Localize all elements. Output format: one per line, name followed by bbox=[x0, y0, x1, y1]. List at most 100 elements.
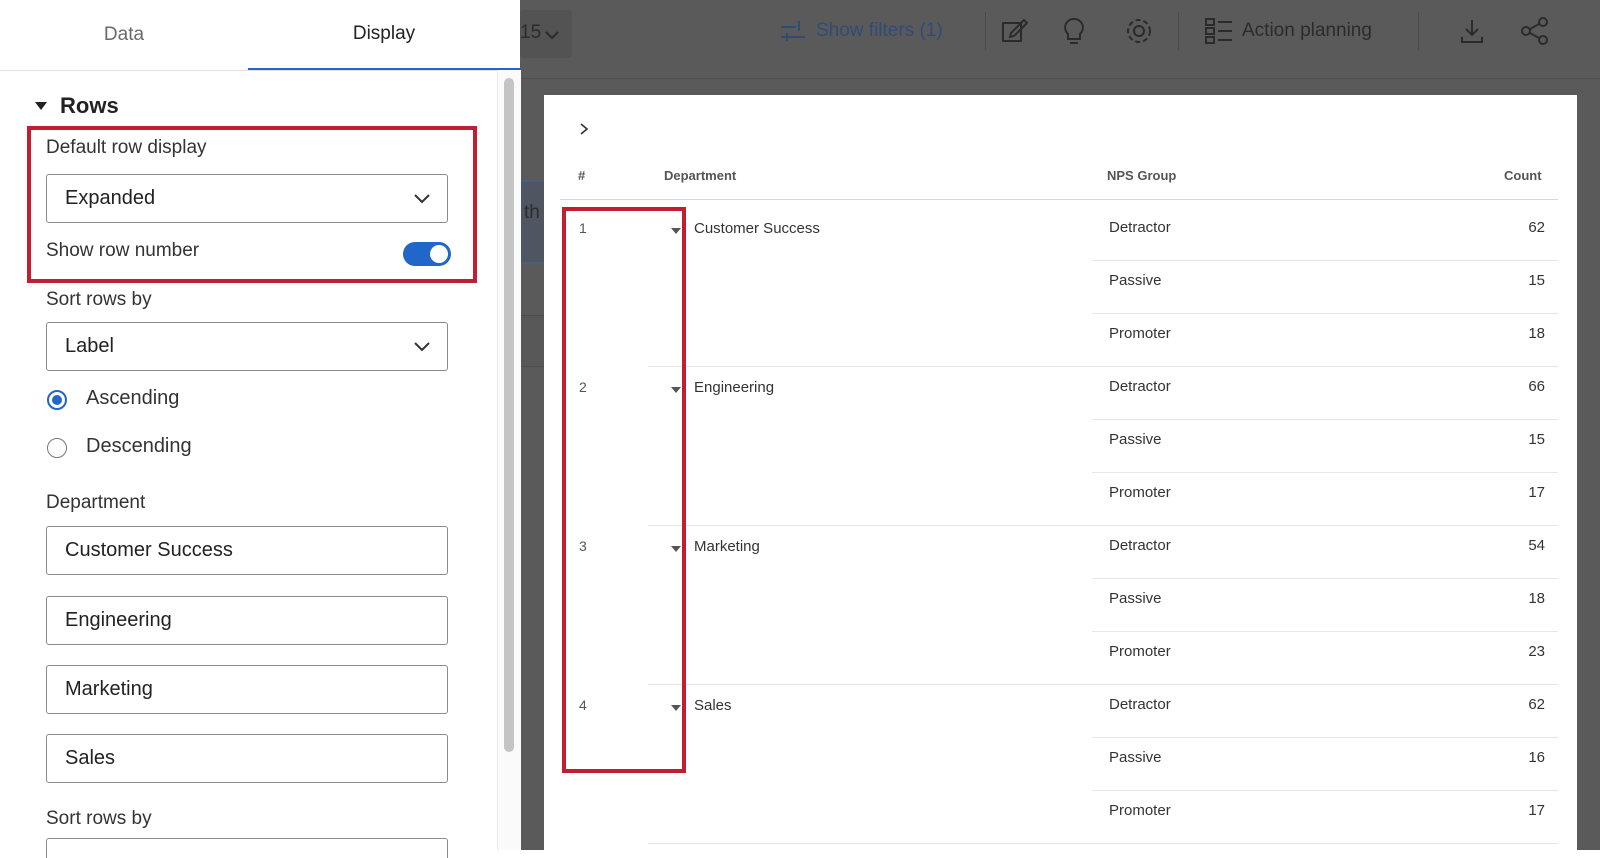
chevron-down-icon bbox=[545, 31, 559, 40]
row-divider bbox=[1092, 419, 1558, 420]
highlight-box-row-numbers bbox=[562, 207, 686, 773]
nps-group-cell: Promoter bbox=[1109, 325, 1171, 342]
action-planning-icon bbox=[1205, 18, 1232, 44]
ascending-radio[interactable] bbox=[47, 390, 67, 410]
sort-rows-by-value: Label bbox=[65, 335, 114, 357]
row-divider bbox=[1092, 631, 1558, 632]
ascending-label[interactable]: Ascending bbox=[86, 387, 179, 410]
header-divider bbox=[560, 199, 1558, 200]
department-cell: Marketing bbox=[694, 538, 760, 555]
panel-tabs: Data Display bbox=[0, 0, 520, 71]
highlight-box-row-settings bbox=[27, 126, 477, 283]
field-value: Customer Success bbox=[65, 539, 233, 561]
column-header-department[interactable]: Department bbox=[664, 168, 736, 183]
department-label-field-sales[interactable]: Sales bbox=[46, 734, 448, 783]
count-cell: 18 bbox=[1528, 325, 1545, 342]
count-cell: 18 bbox=[1528, 590, 1545, 607]
rows-section-title[interactable]: Rows bbox=[60, 93, 119, 119]
toolbar-divider bbox=[1178, 12, 1179, 50]
nps-group-cell: Detractor bbox=[1109, 696, 1171, 713]
row-divider bbox=[1092, 313, 1558, 314]
count-cell: 17 bbox=[1528, 802, 1545, 819]
tab-data[interactable]: Data bbox=[0, 0, 248, 70]
column-header-count[interactable]: Count bbox=[1504, 168, 1542, 183]
sort-rows-by-dropdown-2[interactable] bbox=[46, 838, 448, 858]
share-button[interactable] bbox=[1520, 16, 1550, 46]
department-cell: Sales bbox=[694, 697, 732, 714]
row-divider bbox=[648, 525, 1558, 526]
column-header-nps-group[interactable]: NPS Group bbox=[1107, 168, 1176, 183]
date-range-text: 15 bbox=[520, 22, 542, 43]
column-header-number: # bbox=[578, 168, 586, 183]
row-divider bbox=[648, 366, 1558, 367]
count-cell: 54 bbox=[1528, 537, 1545, 554]
department-label: Department bbox=[46, 492, 146, 513]
nps-group-cell: Promoter bbox=[1109, 802, 1171, 819]
show-filters-button[interactable]: Show filters (1) bbox=[778, 16, 943, 46]
chevron-right-icon[interactable] bbox=[578, 122, 590, 136]
nps-group-cell: Passive bbox=[1109, 590, 1162, 607]
show-filters-label: Show filters (1) bbox=[816, 20, 943, 41]
download-icon bbox=[1461, 20, 1483, 43]
background-strip bbox=[520, 315, 544, 367]
field-value: Sales bbox=[65, 747, 116, 769]
department-cell: Engineering bbox=[694, 379, 775, 396]
share-icon bbox=[1521, 17, 1548, 45]
department-label-field-marketing[interactable]: Marketing bbox=[46, 665, 448, 714]
toolbar-divider bbox=[1418, 12, 1419, 50]
count-cell: 15 bbox=[1528, 431, 1545, 448]
nps-group-cell: Passive bbox=[1109, 749, 1162, 766]
tab-display[interactable]: Display bbox=[248, 0, 520, 70]
count-cell: 16 bbox=[1528, 749, 1545, 766]
settings-button[interactable] bbox=[1124, 16, 1154, 46]
count-cell: 62 bbox=[1528, 219, 1545, 236]
nps-group-cell: Detractor bbox=[1109, 537, 1171, 554]
row-divider bbox=[648, 684, 1558, 685]
insights-button[interactable] bbox=[1060, 16, 1088, 46]
filter-icon bbox=[781, 21, 805, 41]
sort-rows-by-label-2: Sort rows by bbox=[46, 808, 152, 829]
download-button[interactable] bbox=[1458, 16, 1486, 46]
gear-icon bbox=[1127, 19, 1151, 43]
background-text: th bbox=[524, 202, 540, 223]
count-cell: 17 bbox=[1528, 484, 1545, 501]
row-divider bbox=[1092, 790, 1558, 791]
department-cell: Customer Success bbox=[694, 220, 820, 237]
nps-group-cell: Promoter bbox=[1109, 643, 1171, 660]
nps-group-cell: Passive bbox=[1109, 431, 1162, 448]
descending-radio[interactable] bbox=[47, 438, 67, 458]
panel-scrollbar-thumb[interactable] bbox=[504, 78, 514, 752]
action-planning-label: Action planning bbox=[1242, 20, 1372, 41]
row-divider bbox=[1092, 472, 1558, 473]
nps-group-cell: Detractor bbox=[1109, 219, 1171, 236]
nps-group-cell: Promoter bbox=[1109, 484, 1171, 501]
row-divider bbox=[648, 843, 1558, 844]
edit-button[interactable] bbox=[1000, 16, 1028, 46]
department-label-field-customer-success[interactable]: Customer Success bbox=[46, 526, 448, 575]
department-label-field-engineering[interactable]: Engineering bbox=[46, 596, 448, 645]
count-cell: 66 bbox=[1528, 378, 1545, 395]
descending-label[interactable]: Descending bbox=[86, 435, 192, 458]
field-value: Marketing bbox=[65, 678, 153, 700]
date-range-dropdown[interactable]: 15 bbox=[520, 10, 572, 58]
radio-dot bbox=[52, 395, 62, 405]
report-toolbar: 15 Show filters (1) Action planning bbox=[520, 0, 1600, 79]
edit-icon bbox=[1002, 18, 1028, 42]
background-tab-strip: th bbox=[520, 180, 544, 264]
lightbulb-icon bbox=[1064, 17, 1084, 44]
row-divider bbox=[1092, 260, 1558, 261]
caret-down-icon[interactable] bbox=[33, 100, 49, 112]
sort-rows-by-label: Sort rows by bbox=[46, 289, 152, 310]
row-divider bbox=[1092, 578, 1558, 579]
toolbar-divider bbox=[985, 12, 986, 50]
sort-rows-by-dropdown[interactable]: Label bbox=[46, 322, 448, 371]
nps-group-cell: Detractor bbox=[1109, 378, 1171, 395]
count-cell: 23 bbox=[1528, 643, 1545, 660]
nps-group-cell: Passive bbox=[1109, 272, 1162, 289]
field-value: Engineering bbox=[65, 609, 172, 631]
action-planning-button[interactable]: Action planning bbox=[1204, 16, 1372, 46]
chevron-down-icon bbox=[414, 342, 430, 352]
count-cell: 15 bbox=[1528, 272, 1545, 289]
row-divider bbox=[1092, 737, 1558, 738]
count-cell: 62 bbox=[1528, 696, 1545, 713]
